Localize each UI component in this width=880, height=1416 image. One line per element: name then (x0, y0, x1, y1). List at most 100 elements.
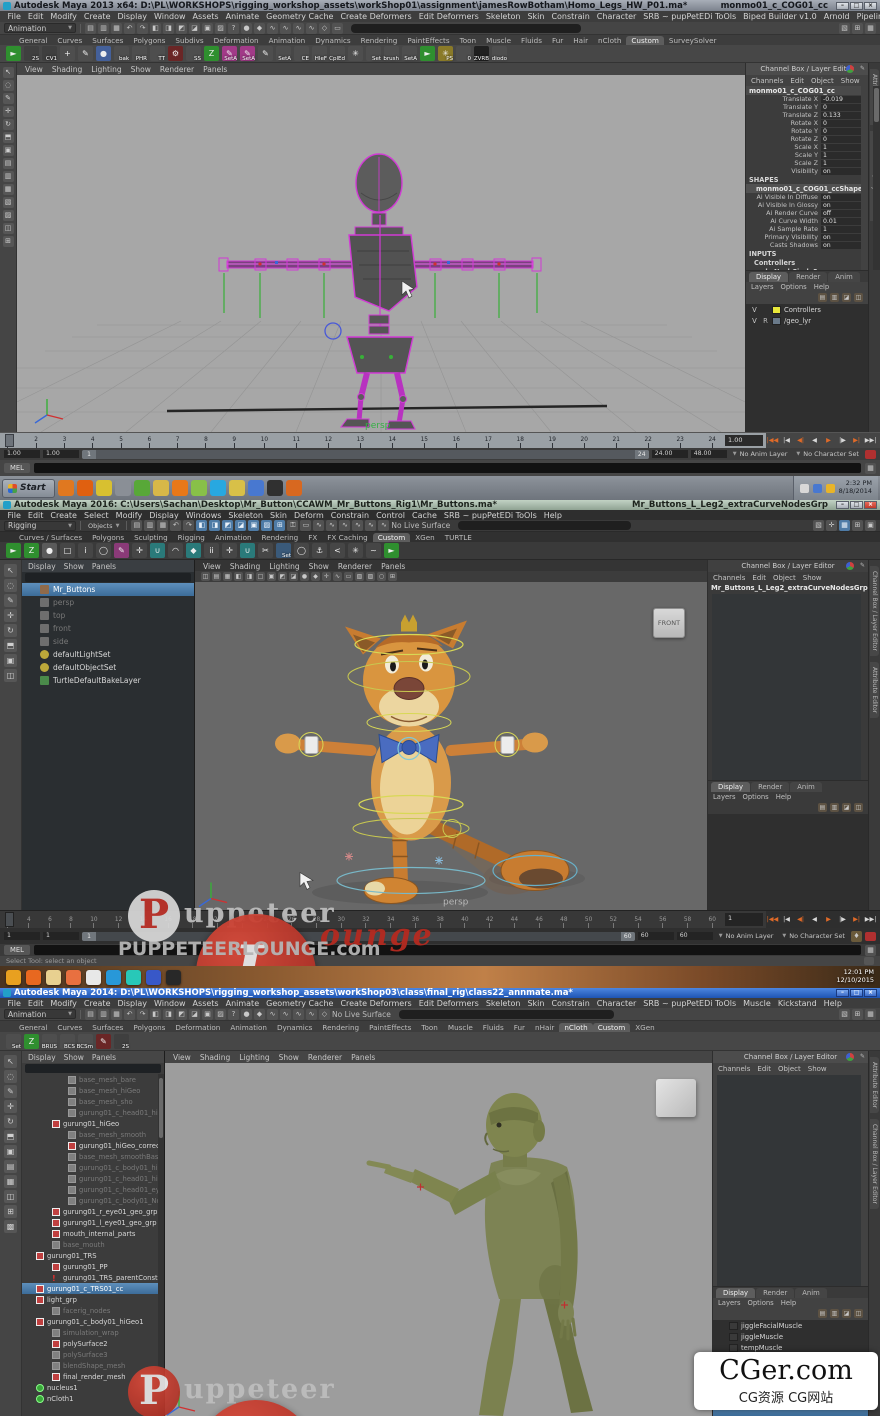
status-icon[interactable]: ↷ (137, 23, 148, 34)
panel-toolbar-icon[interactable]: ◫ (201, 572, 210, 581)
channel-value-field[interactable]: 0 (821, 120, 861, 127)
layer-tab[interactable]: Render (751, 782, 789, 792)
layer-menu-item[interactable]: Options (781, 283, 807, 291)
shelf-tab[interactable]: Rendering (317, 1023, 364, 1032)
menu-item[interactable]: Geometry Cache (263, 12, 337, 21)
shelf-tab[interactable]: FX Caching (322, 533, 372, 542)
shelf-item[interactable]: ⚙ (168, 46, 183, 61)
status-icon[interactable]: ∿ (293, 1009, 304, 1020)
menu-item[interactable]: Window (151, 12, 190, 21)
playback-end-field[interactable]: 60 (638, 932, 674, 940)
maximize-button[interactable]: □ (850, 2, 863, 10)
outliner-item[interactable]: gurung01_r_eye01_geo_grp (22, 1206, 164, 1217)
status-icon[interactable]: ▤ (131, 520, 142, 531)
layer-row[interactable]: jiggleFacialMuscle (713, 1320, 868, 1331)
outliner-menu-item[interactable]: Show (64, 562, 84, 570)
status-icon[interactable]: ◪ (235, 520, 246, 531)
shelf-item[interactable]: Z (24, 543, 39, 558)
select-by-name-input[interactable] (351, 24, 581, 33)
taskbar-app-icon[interactable] (6, 970, 21, 985)
layer-menu-item[interactable]: Help (781, 1299, 797, 1307)
current-frame-field[interactable]: 1.00 (725, 435, 763, 446)
menu-item[interactable]: Window (151, 999, 190, 1008)
channel-value-field[interactable]: 1 (821, 160, 861, 167)
taskbar-app-icon[interactable] (77, 480, 93, 496)
channel-value-field[interactable]: 1 (821, 226, 861, 233)
shelf-item[interactable]: ✛ (222, 543, 237, 558)
layer-menu-item[interactable]: Layers (713, 793, 736, 801)
close-button[interactable]: × (864, 2, 877, 10)
shelf-item[interactable]: brush (384, 46, 399, 61)
shelf-item[interactable]: ● (96, 46, 111, 61)
menu-item[interactable]: Display (114, 12, 151, 21)
tool-icon[interactable]: ↻ (4, 1115, 17, 1128)
status-icon[interactable]: ▧ (839, 23, 850, 34)
tool-icon[interactable]: ↻ (3, 119, 14, 130)
outliner-menu-item[interactable]: Panels (92, 1053, 116, 1061)
shelf-item[interactable]: ◠ (168, 543, 183, 558)
shelf-item[interactable]: ZVRB (474, 46, 489, 61)
menu-item[interactable]: Skin (524, 999, 548, 1008)
panel-toolbar-icon[interactable]: □ (256, 572, 265, 581)
tool-icon[interactable]: ▣ (4, 654, 17, 667)
menu-item[interactable]: Muscle (740, 999, 775, 1008)
menu-item[interactable]: Create Deformers (337, 12, 415, 21)
shelf-item[interactable]: TT (150, 46, 165, 61)
status-icon[interactable]: ◩ (222, 520, 233, 531)
close-button[interactable]: × (864, 989, 877, 997)
menu-item[interactable]: File (4, 12, 24, 21)
tool-icon[interactable]: ↖ (3, 67, 14, 78)
status-icon[interactable]: ▥ (98, 1009, 109, 1020)
playback-button[interactable]: |◀ (780, 914, 793, 926)
panel-toolbar-icon[interactable]: ▦ (223, 572, 232, 581)
taskbar-app-icon[interactable] (286, 480, 302, 496)
outliner-item[interactable]: defaultObjectSet (22, 661, 194, 674)
status-icon[interactable]: ? (228, 1009, 239, 1020)
tool-icon[interactable]: ▣ (3, 145, 14, 156)
menu-item[interactable]: Modify (47, 12, 81, 21)
status-icon[interactable]: ▧ (813, 520, 824, 531)
shelf-tab[interactable]: Deformation (209, 36, 264, 45)
menu-item[interactable]: Skeleton (482, 999, 524, 1008)
new-layer-icon[interactable]: ◫ (854, 803, 863, 812)
playback-button[interactable]: ▶| (850, 435, 863, 447)
panel-toolbar-icon[interactable]: ◪ (289, 572, 298, 581)
tool-icon[interactable]: ↖ (4, 1055, 17, 1068)
outliner-item[interactable]: base_mesh_sho (22, 1096, 164, 1107)
status-icon[interactable]: ▦ (157, 520, 168, 531)
menu-item[interactable]: Modify (112, 511, 146, 520)
status-icon[interactable]: ∿ (365, 520, 376, 531)
panel-toolbar-icon[interactable]: ◧ (234, 572, 243, 581)
menuset-dropdown[interactable]: Animation▼ (4, 23, 76, 33)
shelf-item[interactable]: ◯ (96, 543, 111, 558)
outliner-filter-input[interactable] (25, 573, 191, 582)
menu-item[interactable]: Create (80, 999, 114, 1008)
menu-item[interactable]: Constrain (548, 12, 593, 21)
tool-icon[interactable]: ⬒ (3, 132, 14, 143)
layer-row[interactable]: VR/geo_lyr (746, 315, 868, 326)
status-icon[interactable]: ⊞ (852, 1009, 863, 1020)
menu-item[interactable]: Kickstand (774, 999, 820, 1008)
menuset-dropdown[interactable]: Animation▼ (4, 1009, 76, 1019)
current-frame-field[interactable]: 1 (725, 913, 763, 926)
menu-item[interactable]: Create (47, 511, 81, 520)
channel-menu-item[interactable]: Edit (790, 77, 804, 84)
shelf-item[interactable]: ● (42, 543, 57, 558)
status-icon[interactable]: ∿ (293, 23, 304, 34)
shelf-item[interactable]: ◯ (294, 543, 309, 558)
layer-menu-item[interactable]: Help (776, 793, 792, 801)
playback-button[interactable]: ▶▶| (864, 435, 877, 447)
panel-menu-item[interactable]: Lighting (91, 65, 121, 73)
status-icon[interactable]: ↷ (183, 520, 194, 531)
shelf-item[interactable]: PHR (132, 46, 147, 61)
status-icon[interactable]: ▦ (111, 1009, 122, 1020)
playback-start-field[interactable]: 1 (43, 932, 79, 940)
panel-toolbar-icon[interactable]: ⊞ (388, 572, 397, 581)
playback-button[interactable]: |◀ (780, 435, 793, 447)
key-icon[interactable]: ♦ (851, 931, 862, 942)
shelf-tab[interactable]: Polygons (87, 533, 129, 542)
side-tab[interactable]: Channel Box / Layer Editor (870, 566, 879, 656)
shelf-item[interactable]: ► (6, 46, 21, 61)
playback-button[interactable]: ▶ (822, 435, 835, 447)
character-set-dropdown[interactable]: ▼No Character Set (793, 450, 862, 459)
